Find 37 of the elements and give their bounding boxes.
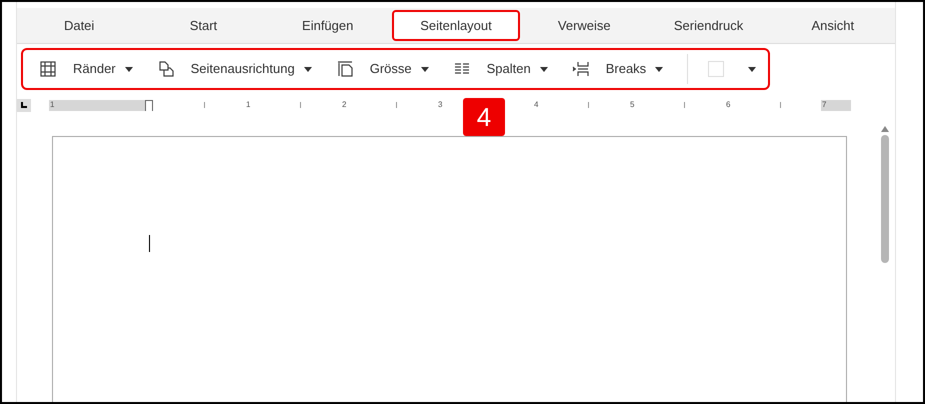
- ruler-number: 4: [534, 100, 538, 110]
- toolbar-dropdown[interactable]: Spalten: [486, 59, 548, 79]
- toolbar-dropdown[interactable]: Breaks: [606, 59, 664, 79]
- scroll-up-icon[interactable]: [881, 126, 889, 132]
- caret-icon: [748, 66, 756, 72]
- caret-icon: [124, 66, 133, 72]
- ruler-number: 6: [726, 100, 730, 110]
- ruler-number: 7: [822, 100, 826, 110]
- ruler-number: 1: [246, 100, 250, 110]
- ruler-number: 5: [630, 100, 634, 110]
- step-badge: 4: [463, 98, 505, 136]
- text-cursor: [149, 235, 150, 252]
- color-swatch[interactable]: [708, 61, 724, 77]
- ribbon-tab[interactable]: Start: [141, 8, 266, 43]
- caret-icon: [420, 66, 429, 72]
- page-break-icon: [572, 60, 590, 78]
- ruler-number: 1: [50, 100, 54, 110]
- caret-icon: [655, 66, 664, 72]
- grid-icon: [39, 60, 57, 78]
- ribbon-tab[interactable]: Seriendruck: [646, 8, 771, 43]
- scrollbar-thumb[interactable]: [881, 135, 889, 263]
- color-dropdown[interactable]: [748, 66, 756, 72]
- ruler-number: 3: [438, 100, 442, 110]
- ribbon-tab[interactable]: Datei: [17, 8, 142, 43]
- ribbon-tab[interactable]: Seitenlayout: [392, 10, 520, 41]
- ribbon-tab[interactable]: Verweise: [522, 8, 646, 43]
- toolbar-dropdown[interactable]: Grösse: [370, 59, 429, 79]
- toolbar-dropdown[interactable]: Seitenausrichtung: [190, 59, 312, 79]
- tab-stop-icon[interactable]: [17, 98, 31, 112]
- caret-icon: [540, 66, 548, 72]
- pages-icon: [156, 60, 175, 78]
- ruler-number: 2: [342, 100, 346, 110]
- ribbon-tab[interactable]: Ansicht: [770, 8, 895, 43]
- page-size-icon: [336, 60, 354, 78]
- caret-icon: [304, 66, 312, 72]
- toolbar-dropdown[interactable]: Ränder: [73, 59, 133, 79]
- ribbon-tab[interactable]: Einfügen: [266, 8, 390, 43]
